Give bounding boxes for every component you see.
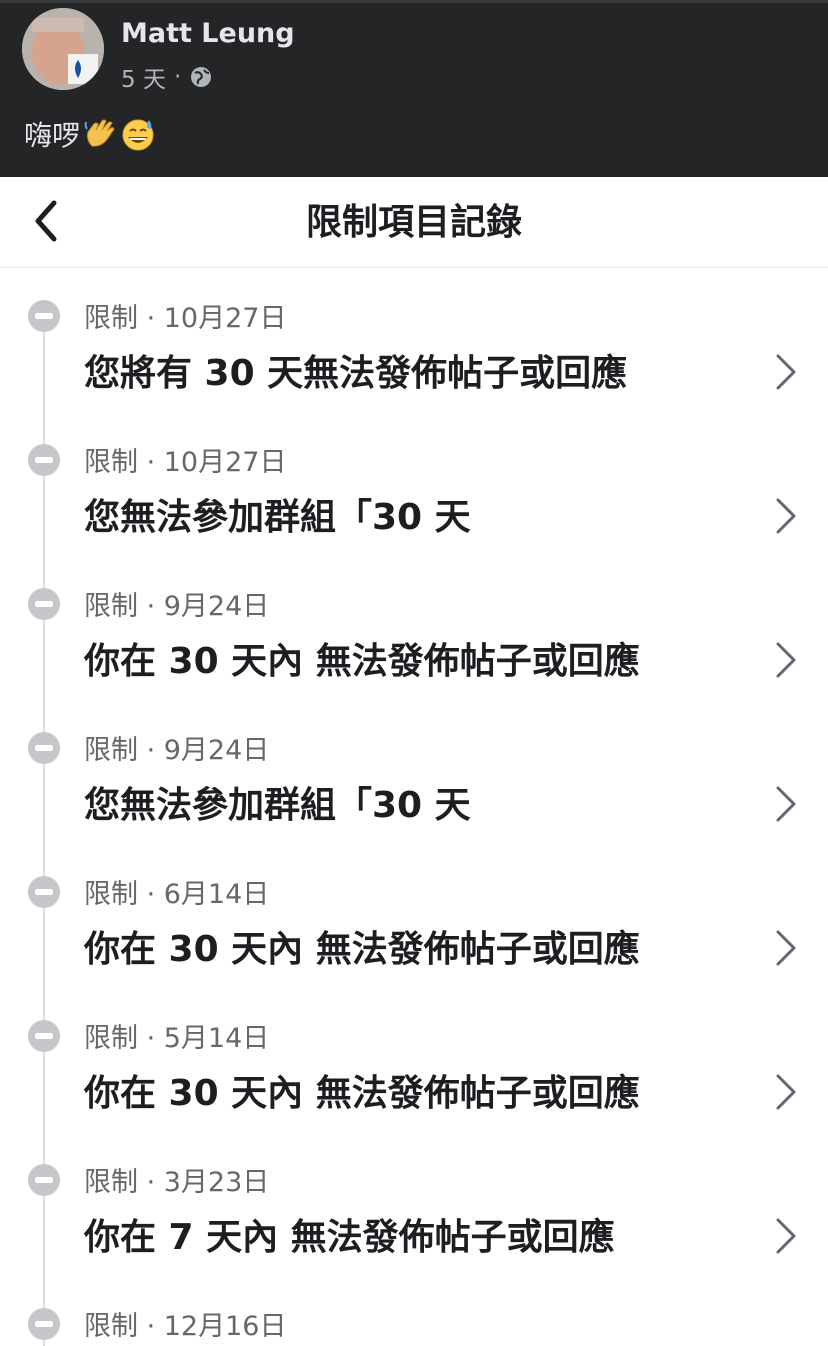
restriction-meta: 限制 · 12月16日 (84, 1311, 287, 1342)
restriction-item[interactable]: 限制 · 12月16日 (0, 1288, 828, 1346)
chevron-right-icon[interactable] (770, 782, 800, 826)
restriction-item[interactable]: 限制 · 5月14日 你在 30 天內 無法發佈帖子或回應 (0, 1000, 828, 1144)
restriction-label: 限制 (84, 1167, 138, 1198)
restriction-label: 限制 (84, 879, 138, 910)
restriction-icon (28, 444, 60, 476)
restriction-item[interactable]: 限制 · 9月24日 您無法參加群組「30 天 (0, 712, 828, 856)
restriction-label: 限制 (84, 1023, 138, 1054)
globe-icon (191, 67, 212, 87)
restriction-meta: 限制 · 3月23日 (84, 1167, 270, 1198)
restriction-text: 您無法參加群組「30 天 (84, 785, 471, 826)
restriction-date: 10月27日 (163, 303, 287, 334)
restriction-meta: 限制 · 10月27日 (84, 447, 287, 478)
restriction-text: 你在 30 天內 無法發佈帖子或回應 (84, 641, 640, 682)
restriction-text: 你在 30 天內 無法發佈帖子或回應 (84, 1073, 640, 1114)
restriction-item[interactable]: 限制 · 10月27日 您將有 30 天無法發佈帖子或回應 (0, 280, 828, 424)
restriction-date: 12月16日 (163, 1311, 287, 1342)
restriction-label: 限制 (84, 1311, 138, 1342)
restriction-icon (28, 588, 60, 620)
post-author[interactable]: Matt Leung (121, 18, 295, 49)
restriction-date: 6月14日 (163, 879, 270, 910)
divider (0, 0, 828, 3)
post-meta: 5 天 · (121, 60, 213, 94)
restriction-item[interactable]: 限制 · 6月14日 你在 30 天內 無法發佈帖子或回應 (0, 856, 828, 1000)
post-text: 嗨啰 (24, 114, 156, 154)
restriction-meta: 限制 · 9月24日 (84, 735, 270, 766)
restriction-meta: 限制 · 5月14日 (84, 1023, 270, 1054)
restriction-label: 限制 (84, 447, 138, 478)
restriction-icon (28, 732, 60, 764)
chevron-right-icon[interactable] (770, 494, 800, 538)
restriction-icon (28, 1164, 60, 1196)
restriction-date: 3月23日 (163, 1167, 270, 1198)
restriction-date: 9月24日 (163, 591, 270, 622)
restriction-date: 9月24日 (163, 735, 270, 766)
restriction-meta: 限制 · 10月27日 (84, 303, 287, 334)
restriction-icon (28, 1020, 60, 1052)
post-time[interactable]: 5 天 (121, 60, 166, 94)
restriction-meta: 限制 · 6月14日 (84, 879, 270, 910)
restriction-icon (28, 1308, 60, 1340)
chevron-right-icon[interactable] (770, 1214, 800, 1258)
restriction-label: 限制 (84, 591, 138, 622)
restriction-item[interactable]: 限制 · 9月24日 你在 30 天內 無法發佈帖子或回應 (0, 568, 828, 712)
restriction-text: 您將有 30 天無法發佈帖子或回應 (84, 353, 628, 394)
chevron-right-icon[interactable] (770, 1070, 800, 1114)
restriction-icon (28, 300, 60, 332)
restriction-date: 5月14日 (163, 1023, 270, 1054)
post-preview: Matt Leung 5 天 · 嗨啰 (0, 0, 828, 177)
avatar-photo (22, 8, 104, 90)
page-header: 限制項目記錄 (0, 177, 828, 268)
restriction-item[interactable]: 限制 · 10月27日 您無法參加群組「30 天 (0, 424, 828, 568)
post-message: 嗨啰 (24, 119, 81, 152)
restriction-icon (28, 876, 60, 908)
avatar[interactable] (22, 8, 104, 90)
restriction-date: 10月27日 (163, 447, 287, 478)
restriction-text: 你在 30 天內 無法發佈帖子或回應 (84, 929, 640, 970)
meta-separator: · (173, 64, 182, 90)
waving-hand-emoji (84, 119, 115, 147)
restriction-text: 你在 7 天內 無法發佈帖子或回應 (84, 1217, 615, 1258)
restriction-text: 您無法參加群組「30 天 (84, 497, 471, 538)
chevron-right-icon[interactable] (770, 926, 800, 970)
chevron-right-icon[interactable] (770, 638, 800, 682)
restriction-item[interactable]: 限制 · 3月23日 你在 7 天內 無法發佈帖子或回應 (0, 1144, 828, 1288)
chevron-right-icon[interactable] (770, 350, 800, 394)
page-title: 限制項目記錄 (305, 202, 522, 243)
grinning-sweat-emoji (122, 119, 154, 151)
restriction-meta: 限制 · 9月24日 (84, 591, 270, 622)
restriction-label: 限制 (84, 735, 138, 766)
restriction-label: 限制 (84, 303, 138, 334)
